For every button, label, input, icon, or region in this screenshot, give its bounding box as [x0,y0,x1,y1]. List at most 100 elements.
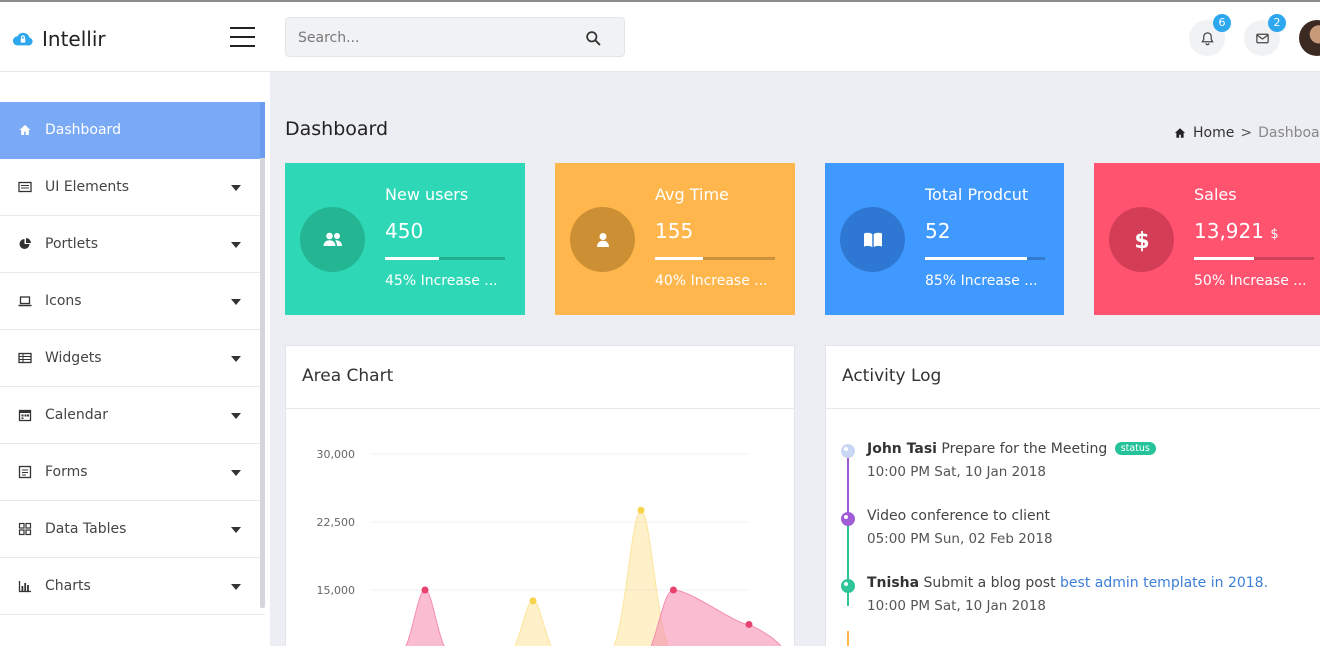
stat-icon-circle [570,207,635,272]
y-tick-label: 30,000 [317,448,356,461]
panel-title: Activity Log [826,346,1320,409]
stat-icon-circle: $ [1109,207,1174,272]
book-icon [863,232,882,247]
hamburger-icon [230,27,255,29]
sidebar-item-label: Charts [45,578,91,594]
stat-progress-fill [655,257,703,260]
data-point[interactable] [669,586,677,594]
chevron-down-icon [231,242,241,248]
sidebar: Dashboard UI Elements Portlets Icons Wid… [0,72,270,646]
breadcrumb-separator: > [1240,125,1253,141]
stat-card-avg-time: Avg Time 155 40% Increase ... [555,163,795,315]
activity-entry: Video conference to client [867,508,1050,524]
sidebar-item-widgets[interactable]: Widgets [0,330,265,387]
stat-description: 45% Increase ... [385,273,498,289]
form-icon [18,465,32,479]
activity-time: 10:00 PM Sat, 10 Jan 2018 [867,464,1046,480]
sidebar-item-label: Dashboard [45,122,121,138]
panel-title: Area Chart [286,346,794,409]
sidebar-item-label: Calendar [45,407,108,423]
chevron-down-icon [231,185,241,191]
data-point[interactable] [745,620,753,628]
search-input[interactable] [298,27,568,49]
chevron-down-icon [231,299,241,305]
page-title: Dashboard [285,118,389,140]
activity-user[interactable]: Tnisha [867,575,919,591]
stat-title: Total Prodcut [925,185,1029,204]
menu-toggle-button[interactable] [230,27,255,48]
sidebar-item-forms[interactable]: Forms [0,444,265,501]
sidebar-item-ui-elements[interactable]: UI Elements [0,159,265,216]
timeline-line [847,526,849,606]
activity-user[interactable]: John Tasi [867,441,937,457]
timeline-line [847,631,849,646]
activity-link[interactable]: best admin template in 2018. [1060,575,1268,591]
window-icon [18,181,32,193]
activity-text: Video conference to client [867,508,1051,524]
data-point[interactable] [637,506,645,514]
breadcrumb-home-link[interactable]: Home [1193,125,1234,141]
dollar-icon: $ [1134,229,1149,253]
data-point[interactable] [529,597,537,605]
stat-title: New users [385,185,469,204]
chevron-down-icon [231,527,241,533]
breadcrumb-current: Dashboard [1258,125,1320,141]
area-series-pink [405,589,445,646]
stat-progress-bar [655,257,775,260]
activity-entry: Tnisha Submit a blog post best admin tem… [867,575,1268,591]
sidebar-item-dashboard[interactable]: Dashboard [0,102,265,159]
chevron-down-icon [231,356,241,362]
sidebar-item-label: Data Tables [45,521,127,537]
activity-time: 05:00 PM Sun, 02 Feb 2018 [867,531,1053,547]
sidebar-scrollbar-thumb[interactable] [260,102,265,158]
sidebar-item-label: Portlets [45,236,99,252]
stat-value: 450 [385,219,423,243]
messages-badge: 2 [1268,14,1286,32]
breadcrumb: Home > Dashboard [1174,125,1320,141]
sidebar-item-calendar[interactable]: Calendar [0,387,265,444]
stat-progress-bar [925,257,1045,260]
chevron-down-icon [231,584,241,590]
chevron-down-icon [231,470,241,476]
notifications-badge: 6 [1213,14,1231,32]
stat-progress-fill [1194,257,1254,260]
sidebar-item-data-tables[interactable]: Data Tables [0,501,265,558]
search-box [285,17,625,57]
stat-number: 52 [925,219,951,243]
area-chart: 30,000 22,500 15,000 [317,448,782,646]
timeline-dot [841,579,855,593]
search-icon[interactable] [585,30,602,47]
cloud-lock-icon [12,32,33,46]
stat-progress-bar [1194,257,1314,260]
laptop-icon [18,296,32,307]
notifications-button[interactable]: 6 [1189,14,1231,56]
stat-title: Sales [1194,185,1237,204]
area-series-pink [650,589,782,646]
activity-text: Submit a blog post [923,575,1056,591]
app-logo[interactable]: Intellir [12,27,106,51]
stat-progress-bar [385,257,505,260]
sidebar-item-icons[interactable]: Icons [0,273,265,330]
stat-number: 155 [655,219,694,243]
activity-time: 10:00 PM Sat, 10 Jan 2018 [867,598,1046,614]
table-icon [18,352,32,364]
user-avatar[interactable] [1299,20,1320,56]
stat-icon-circle [840,207,905,272]
activity-text: Prepare for the Meeting [941,441,1108,457]
stat-icon-circle [300,207,365,272]
timeline-dot [841,444,855,458]
grid-icon [18,522,32,536]
sidebar-item-label: UI Elements [45,179,130,195]
sidebar-item-charts[interactable]: Charts [0,558,265,615]
sidebar-scrollbar-track[interactable] [260,102,265,608]
y-tick-label: 22,500 [317,516,356,529]
messages-button[interactable]: 2 [1244,14,1286,56]
stat-value: 13,921 $ [1194,219,1279,243]
area-chart-panel: Area Chart 30,000 22,500 15,000 [285,345,795,646]
activity-entry: John Tasi Prepare for the Meeting status [867,441,1156,457]
data-point[interactable] [421,586,429,594]
sidebar-item-portlets[interactable]: Portlets [0,216,265,273]
users-icon [323,232,342,246]
stat-progress-fill [925,257,1027,260]
bell-icon [1200,31,1214,45]
